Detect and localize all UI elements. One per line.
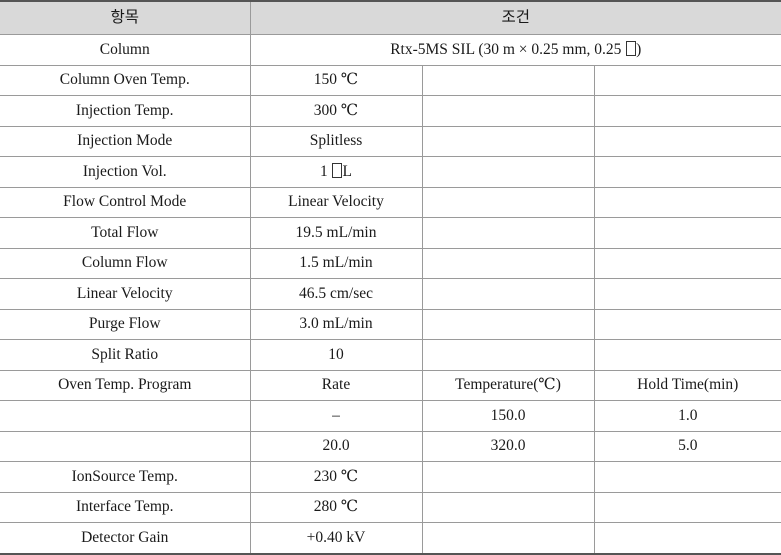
row-label: Column Oven Temp. <box>0 65 250 96</box>
row-label: Column Flow <box>0 248 250 279</box>
program-temperature: 150.0 <box>421 400 594 432</box>
row-label: Split Ratio <box>0 339 250 371</box>
missing-glyph-box <box>625 40 636 56</box>
table-row: Injection Vol. 1 L <box>0 156 781 188</box>
row-label: Column <box>0 34 250 66</box>
row-value: 280 ℃ <box>249 492 422 523</box>
table-row: IonSource Temp. 230 ℃ <box>0 461 781 493</box>
row-label: Flow Control Mode <box>0 187 250 218</box>
oven-program-header-row: Oven Temp. Program Rate Temperature(℃) Hold… <box>0 370 781 401</box>
column-header-item: 항목 <box>0 0 250 35</box>
row-empty-cell <box>593 65 781 96</box>
row-label: Linear Velocity <box>0 278 250 310</box>
row-label: Interface Temp. <box>0 492 250 523</box>
table-row: Linear Velocity 46.5 cm/sec <box>0 278 781 310</box>
row-empty-cell <box>421 95 594 127</box>
column-header-condition: 조건 <box>249 0 781 35</box>
row-label: Injection Mode <box>0 126 250 157</box>
table-row: Injection Mode Splitless <box>0 126 781 157</box>
row-empty-cell <box>593 309 781 340</box>
oven-program-step-row: 20.0 320.0 5.0 <box>0 431 781 462</box>
table-row: Column Flow 1.5 mL/min <box>0 248 781 279</box>
row-empty-cell <box>593 95 781 127</box>
row-empty-cell <box>421 461 594 493</box>
row-empty-cell <box>421 65 594 96</box>
row-empty-cell <box>593 339 781 371</box>
row-value: 3.0 mL/min <box>249 309 422 340</box>
row-empty-cell <box>421 156 594 188</box>
row-empty-cell <box>421 309 594 340</box>
row-label <box>0 400 250 432</box>
row-empty-cell <box>421 278 594 310</box>
row-value: 46.5 cm/sec <box>249 278 422 310</box>
row-empty-cell <box>593 217 781 249</box>
row-empty-cell <box>421 187 594 218</box>
program-rate: 20.0 <box>249 431 422 462</box>
subheader-hold-time: Hold Time(min) <box>593 370 781 401</box>
row-value: 230 ℃ <box>249 461 422 493</box>
subheader-temperature: Temperature(℃) <box>421 370 594 401</box>
row-label: Injection Temp. <box>0 95 250 127</box>
row-value: 1 L <box>249 156 422 188</box>
table-row: Injection Temp. 300 ℃ <box>0 95 781 127</box>
row-label: Injection Vol. <box>0 156 250 188</box>
row-empty-cell <box>593 522 781 555</box>
row-empty-cell <box>421 126 594 157</box>
row-value: Splitless <box>249 126 422 157</box>
gc-ms-conditions-table: 항목 조건 Column Rtx-5MS SIL (30 m × 0.25 mm,… <box>0 0 781 555</box>
row-empty-cell <box>421 339 594 371</box>
row-empty-cell <box>421 248 594 279</box>
row-label <box>0 431 250 462</box>
row-value: 19.5 mL/min <box>249 217 422 249</box>
row-value: 300 ℃ <box>249 95 422 127</box>
table-row: Column Rtx-5MS SIL (30 m × 0.25 mm, 0.25 … <box>0 34 781 66</box>
row-empty-cell <box>421 522 594 555</box>
table-header-row: 항목 조건 <box>0 0 781 35</box>
row-empty-cell <box>421 217 594 249</box>
row-label: Detector Gain <box>0 522 250 555</box>
program-temperature: 320.0 <box>421 431 594 462</box>
table-row: Detector Gain +0.40 kV <box>0 522 781 555</box>
row-value: Linear Velocity <box>249 187 422 218</box>
table-row: Column Oven Temp. 150 ℃ <box>0 65 781 96</box>
missing-glyph-box <box>332 162 342 178</box>
row-value: 10 <box>249 339 422 371</box>
table-row: Flow Control Mode Linear Velocity <box>0 187 781 218</box>
oven-program-step-row: –150.0 1.0 <box>0 400 781 432</box>
row-label: IonSource Temp. <box>0 461 250 493</box>
table-row: Total Flow 19.5 mL/min <box>0 217 781 249</box>
row-empty-cell <box>593 248 781 279</box>
row-empty-cell <box>593 187 781 218</box>
row-empty-cell <box>593 492 781 523</box>
table-row: Purge Flow 3.0 mL/min <box>0 309 781 340</box>
program-hold-time: 5.0 <box>593 431 781 462</box>
row-value: 1.5 mL/min <box>249 248 422 279</box>
row-label: Oven Temp. Program <box>0 370 250 401</box>
subheader-rate: Rate <box>249 370 422 401</box>
row-label: Purge Flow <box>0 309 250 340</box>
program-rate: – <box>249 400 422 432</box>
gc-ms-conditions-table-container: 항목 조건 Column Rtx-5MS SIL (30 m × 0.25 mm,… <box>0 0 781 555</box>
row-empty-cell <box>593 156 781 188</box>
row-empty-cell <box>593 461 781 493</box>
row-value: 150 ℃ <box>249 65 422 96</box>
row-empty-cell <box>421 492 594 523</box>
row-empty-cell <box>593 126 781 157</box>
program-hold-time: 1.0 <box>593 400 781 432</box>
row-value: +0.40 kV <box>249 522 422 555</box>
table-row: Split Ratio 10 <box>0 339 781 371</box>
table-body: Column Rtx-5MS SIL (30 m × 0.25 mm, 0.25 … <box>0 34 781 555</box>
row-empty-cell <box>593 278 781 310</box>
row-value: Rtx-5MS SIL (30 m × 0.25 mm, 0.25 ) <box>249 34 781 66</box>
row-label: Total Flow <box>0 217 250 249</box>
table-row: Interface Temp. 280 ℃ <box>0 492 781 523</box>
